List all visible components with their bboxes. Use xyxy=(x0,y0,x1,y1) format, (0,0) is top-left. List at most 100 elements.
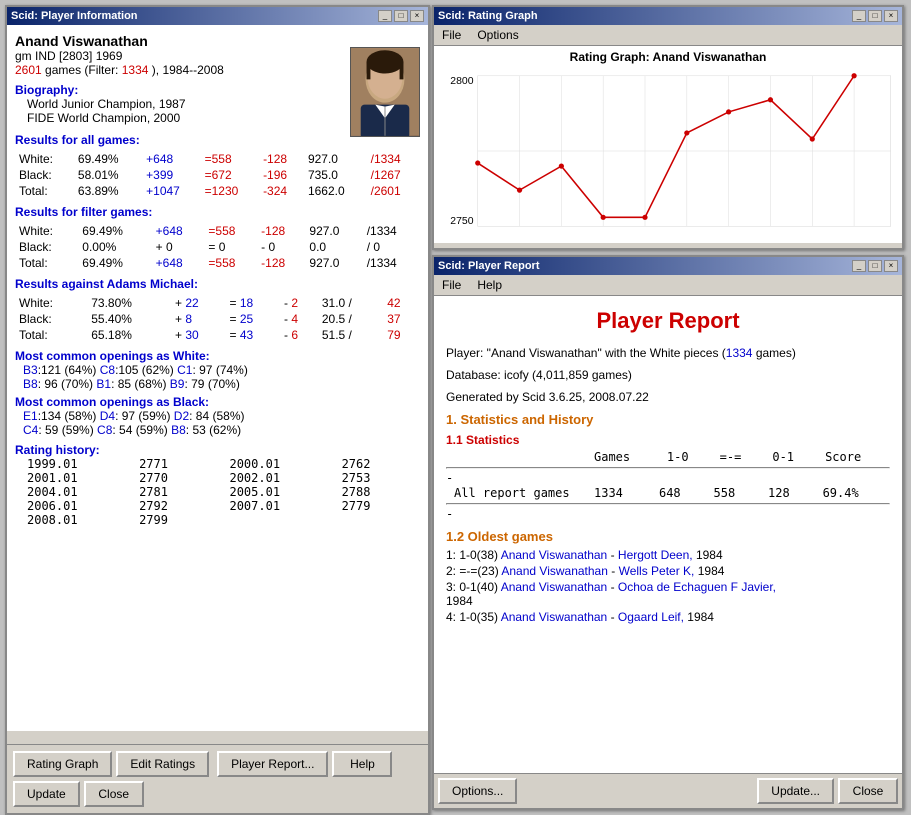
rg-title-buttons: _ □ × xyxy=(852,10,898,22)
filter-black-row: Black: 0.00% + 0 = 0 - 0 0.0 / 0 xyxy=(15,239,420,255)
stats-header-row: Games 1-0 =-= 0-1 Score xyxy=(446,449,890,465)
player-report-window: Scid: Player Report _ □ × File Help Play… xyxy=(432,255,904,810)
pr-title-buttons: _ □ × xyxy=(852,260,898,272)
games-link[interactable]: 1334 xyxy=(726,346,753,360)
rating-graph-menu: File Options xyxy=(434,25,902,46)
photo-placeholder xyxy=(351,48,419,136)
graph-area: 2800 2750 xyxy=(438,68,898,233)
title-bar-buttons: _ □ × xyxy=(378,10,424,22)
bottom-buttons: Rating Graph Edit Ratings Player Report.… xyxy=(7,744,428,813)
close-window-button[interactable]: × xyxy=(410,10,424,22)
rating-graph-button[interactable]: Rating Graph xyxy=(13,751,112,777)
games-info-text: games (Filter: xyxy=(45,63,122,77)
stats-divider-bottom xyxy=(446,503,890,505)
stats-data-row: All report games 1334 648 558 128 69.4% xyxy=(446,485,890,501)
stats-table: Games 1-0 =-= 0-1 Score xyxy=(446,449,890,465)
pr-help-menu[interactable]: Help xyxy=(473,277,506,293)
openings-black-label: Most common openings as Black: xyxy=(15,395,420,409)
filter-games-label: Results for filter games: xyxy=(15,205,420,219)
all-black-row: Black: 58.01% +399 =672 -196 735.0 /1267 xyxy=(15,167,420,183)
all-total-row: Total: 63.89% +1047 =1230 -324 1662.0 /2… xyxy=(15,183,420,199)
svg-text:2005: 2005 xyxy=(718,231,739,233)
game-3-player1[interactable]: Anand Viswanathan xyxy=(501,580,608,594)
pr-maximize-button[interactable]: □ xyxy=(868,260,882,272)
player-report-button[interactable]: Player Report... xyxy=(217,751,328,777)
edit-ratings-button[interactable]: Edit Ratings xyxy=(116,751,209,777)
svg-text:2750: 2750 xyxy=(450,216,473,227)
player-photo xyxy=(350,47,420,137)
rating-history-label: Rating history: xyxy=(15,443,420,457)
game-1-player2[interactable]: Hergott Deen, xyxy=(618,548,693,562)
game-4-player2[interactable]: Ogaard Leif, xyxy=(618,610,684,624)
dash-top: - xyxy=(446,471,453,485)
rating-graph-title: Scid: Rating Graph xyxy=(438,10,538,22)
game-2-player1[interactable]: Anand Viswanathan xyxy=(501,564,608,578)
close-button[interactable]: Close xyxy=(84,781,144,807)
svg-text:2000: 2000 xyxy=(509,231,530,233)
pr-minimize-button[interactable]: _ xyxy=(852,260,866,272)
section-1-2-heading: 1.2 Oldest games xyxy=(446,529,890,544)
report-update-button[interactable]: Update... xyxy=(757,778,834,804)
against-table: White: 73.80% + 22 = 18 - 2 31.0 / 42 Bl… xyxy=(15,295,420,343)
svg-text:2004: 2004 xyxy=(676,231,697,233)
filter-white-row: White: 69.49% +648 =558 -128 927.0 /1334 xyxy=(15,223,420,239)
game-2-player2[interactable]: Wells Peter K, xyxy=(619,564,695,578)
all-white-row: White: 69.49% +648 =558 -128 927.0 /1334 xyxy=(15,151,420,167)
player-report-title-bar: Scid: Player Report _ □ × xyxy=(434,257,902,275)
game-4-player1[interactable]: Anand Viswanathan xyxy=(501,610,608,624)
dash-bottom: - xyxy=(446,507,453,521)
openings-white-2: B8: 96 (70%) B1: 85 (68%) B9: 79 (70%) xyxy=(23,377,420,391)
svg-text:2001: 2001 xyxy=(551,231,572,233)
report-close-button[interactable]: Close xyxy=(838,778,898,804)
report-info-3: Generated by Scid 3.6.25, 2008.07.22 xyxy=(446,390,890,404)
photo-svg xyxy=(351,47,419,137)
player-info-window: Scid: Player Information _ □ × xyxy=(5,5,430,815)
pr-file-menu[interactable]: File xyxy=(438,277,465,293)
rating-graph-svg: 2800 2750 xyxy=(438,68,898,233)
help-button[interactable]: Help xyxy=(332,751,392,777)
svg-text:1999: 1999 xyxy=(467,231,488,233)
svg-text:2007: 2007 xyxy=(802,231,823,233)
player-report-menu: File Help xyxy=(434,275,902,296)
rg-options-menu[interactable]: Options xyxy=(473,27,522,43)
oldest-game-4: 4: 1-0(35) Anand Viswanathan - Ogaard Le… xyxy=(446,610,890,624)
minimize-button[interactable]: _ xyxy=(378,10,392,22)
maximize-button[interactable]: □ xyxy=(394,10,408,22)
update-button[interactable]: Update xyxy=(13,781,80,807)
svg-text:2003: 2003 xyxy=(635,231,656,233)
graph-content: Rating Graph: Anand Viswanathan 2800 275… xyxy=(434,46,902,243)
report-bottom-buttons: Options... Update... Close xyxy=(434,773,902,808)
rg-close-button[interactable]: × xyxy=(884,10,898,22)
against-label: Results against Adams Michael: xyxy=(15,277,420,291)
rg-file-menu[interactable]: File xyxy=(438,27,465,43)
game-1-player1[interactable]: Anand Viswanathan xyxy=(501,548,608,562)
player-info-title: Scid: Player Information xyxy=(11,10,138,22)
games-count: 2601 xyxy=(15,63,42,77)
report-content: Player Report Player: "Anand Viswanathan… xyxy=(434,296,902,803)
svg-text:2009: 2009 xyxy=(880,231,898,233)
biography-label: Biography: xyxy=(15,83,78,97)
against-black-row: Black: 55.40% + 8 = 25 - 4 20.5 / 37 xyxy=(15,311,420,327)
against-white-row: White: 73.80% + 22 = 18 - 2 31.0 / 42 xyxy=(15,295,420,311)
openings-black-1: E1:134 (58%) D4: 97 (59%) D2: 84 (58%) xyxy=(23,409,420,423)
stats-data-table: All report games 1334 648 558 128 69.4% xyxy=(446,485,890,501)
oldest-game-2: 2: =-=(23) Anand Viswanathan - Wells Pet… xyxy=(446,564,890,578)
filter-games-table: White: 69.49% +648 =558 -128 927.0 /1334… xyxy=(15,223,420,271)
report-options-button[interactable]: Options... xyxy=(438,778,517,804)
rg-minimize-button[interactable]: _ xyxy=(852,10,866,22)
svg-text:2800: 2800 xyxy=(450,76,473,87)
report-info-1: Player: "Anand Viswanathan" with the Whi… xyxy=(446,346,890,360)
filter-count: 1334 xyxy=(122,63,149,77)
svg-text:2002: 2002 xyxy=(593,231,614,233)
report-info-2: Database: icofy (4,011,859 games) xyxy=(446,368,890,382)
svg-text:2006: 2006 xyxy=(760,231,781,233)
rating-graph-title-bar: Scid: Rating Graph _ □ × xyxy=(434,7,902,25)
openings-white-label: Most common openings as White: xyxy=(15,349,420,363)
games-years: ), 1984--2008 xyxy=(152,63,224,77)
pr-close-button[interactable]: × xyxy=(884,260,898,272)
game-3-player2[interactable]: Ochoa de Echaguen F Javier, xyxy=(618,580,776,594)
rating-graph-window: Scid: Rating Graph _ □ × File Options Ra… xyxy=(432,5,904,250)
stats-divider-top xyxy=(446,467,890,469)
player-info-title-bar: Scid: Player Information _ □ × xyxy=(7,7,428,25)
rg-maximize-button[interactable]: □ xyxy=(868,10,882,22)
